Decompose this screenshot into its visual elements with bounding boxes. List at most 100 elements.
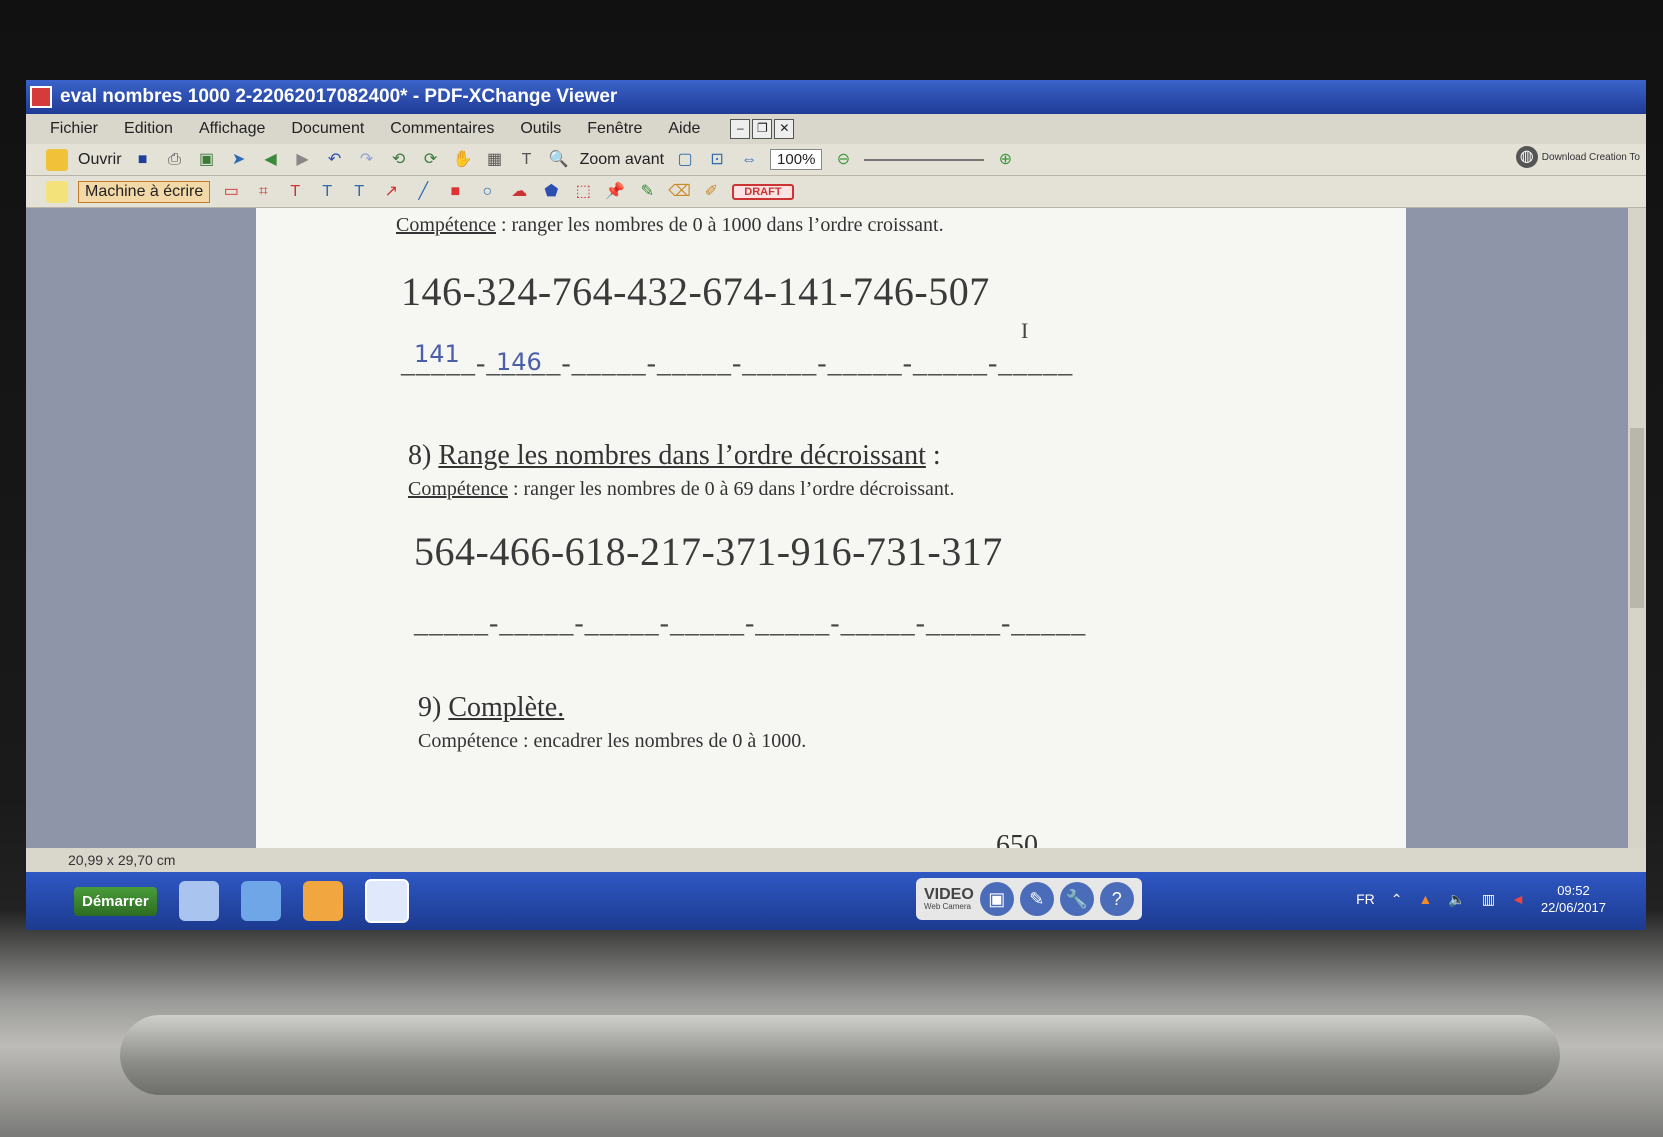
clock[interactable]: 09:52 22/06/2017: [1541, 882, 1606, 916]
page-size-label: 20,99 x 29,70 cm: [68, 852, 176, 868]
taskbar: Démarrer VIDEO Web Camera ▣ ✎ 🔧 ? FR ⌃ ▲…: [26, 872, 1646, 930]
folder-open-icon: [46, 148, 68, 171]
clock-time: 09:52: [1557, 883, 1590, 898]
zoom-out-icon[interactable]: ⊖: [832, 149, 854, 171]
volume-icon[interactable]: 🔈: [1448, 891, 1465, 908]
vertical-scrollbar[interactable]: [1628, 208, 1646, 848]
main-toolbar: Ouvrir ■ ⎙ ▣ ➤ ◀ ▶ ↶ ↷ ⟲ ⟳ ✋ ▦ T 🔍 Zoom …: [26, 144, 1646, 176]
pdf-page: Compétence : ranger les nombres de 0 à 1…: [256, 208, 1406, 848]
restore-doc-button[interactable]: ❐: [752, 119, 773, 139]
clock-date: 22/06/2017: [1540, 900, 1606, 915]
zoom-plus-icon[interactable]: ⊕: [994, 149, 1016, 171]
menu-affichage[interactable]: Affichage: [199, 120, 265, 138]
window-title: eval nombres 1000 2-22062017082400* - PD…: [60, 86, 618, 107]
arrow-icon[interactable]: ↗: [380, 181, 402, 203]
camera-icon[interactable]: ▣: [979, 882, 1014, 916]
draft-stamp-button[interactable]: DRAFT: [732, 183, 794, 200]
area-icon[interactable]: ⬚: [572, 181, 594, 203]
forward-icon[interactable]: ▶: [292, 149, 314, 171]
close-doc-button[interactable]: ✕: [774, 119, 795, 139]
menu-outils[interactable]: Outils: [520, 120, 561, 138]
speaker-muted-icon[interactable]: ◄: [1511, 891, 1525, 907]
text-select-icon[interactable]: T: [516, 149, 538, 171]
underline-icon[interactable]: T: [348, 181, 370, 203]
save-icon[interactable]: ■: [132, 149, 154, 171]
snapshot-icon[interactable]: ▦: [484, 149, 506, 171]
section8-sequence: 564-466-618-217-371-916-731-317: [414, 529, 1003, 574]
edit-icon[interactable]: ✎: [1019, 882, 1054, 916]
globe-icon: ◍: [1515, 146, 1538, 168]
sticky-note-icon[interactable]: [46, 180, 68, 203]
minimize-doc-button[interactable]: –: [730, 119, 751, 139]
scan-icon[interactable]: ▣: [196, 149, 218, 171]
help-icon[interactable]: ?: [1099, 882, 1134, 916]
section8-competence: Compétence : ranger les nombres de 0 à 6…: [408, 478, 955, 500]
typewriter-button[interactable]: Machine à écrire: [78, 180, 211, 203]
pdf-taskbar-icon[interactable]: [364, 879, 409, 923]
section7-answer-blanks[interactable]: _____-_____-_____-_____-_____-_____-____…: [401, 348, 1073, 380]
actual-size-icon[interactable]: ▢: [674, 149, 696, 171]
system-tray: FR ⌃ ▲ 🔈 ▥ ◄ 09:52 22/06/2017: [1356, 882, 1606, 916]
menu-commentaires[interactable]: Commentaires: [390, 120, 494, 138]
callout-icon[interactable]: ⌗: [252, 181, 274, 203]
tools-icon[interactable]: 🔧: [1059, 882, 1094, 916]
start-button[interactable]: Démarrer: [74, 886, 157, 916]
document-view[interactable]: Compétence : ranger les nombres de 0 à 1…: [26, 208, 1646, 848]
oval-icon[interactable]: ○: [476, 181, 498, 203]
text-cursor-icon: I: [1021, 318, 1029, 343]
menu-bar: Fichier Edition Affichage Document Comme…: [26, 114, 1646, 144]
explorer-icon[interactable]: [178, 881, 219, 921]
download-creation-button[interactable]: ◍ Download Creation To: [1515, 146, 1640, 168]
menu-document[interactable]: Document: [291, 120, 364, 138]
comment-toolbar: Machine à écrire ▭ ⌗ T T T ↗ ╱ ■ ○ ☁ ⬟ ⬚…: [26, 176, 1646, 208]
polygon-icon[interactable]: ⬟: [540, 181, 562, 203]
app-launcher-icon[interactable]: [240, 881, 281, 921]
menu-fenetre[interactable]: Fenêtre: [587, 120, 642, 138]
section8-answer-blanks[interactable]: _____-_____-_____-_____-_____-_____-____…: [414, 608, 1086, 640]
textbox-icon[interactable]: ▭: [220, 181, 242, 203]
back-icon[interactable]: ◀: [260, 149, 282, 171]
rotate-left-icon[interactable]: ⟲: [388, 149, 410, 171]
section7-competence: Compétence : ranger les nombres de 0 à 1…: [396, 214, 944, 236]
section9-competence: Compétence : encadrer les nombres de 0 à…: [418, 730, 807, 752]
fit-page-icon[interactable]: ⊡: [706, 149, 728, 171]
highlight-text-icon[interactable]: T: [284, 181, 306, 203]
media-player-icon[interactable]: [302, 881, 343, 921]
rectangle-icon[interactable]: ■: [444, 181, 466, 203]
menu-aide[interactable]: Aide: [668, 120, 700, 138]
strikeout-icon[interactable]: T: [316, 181, 338, 203]
menu-fichier[interactable]: Fichier: [50, 120, 98, 138]
hand-tool-icon[interactable]: ✋: [452, 149, 474, 171]
zoom-in-icon: 🔍: [548, 150, 569, 168]
security-icon[interactable]: ▲: [1419, 891, 1433, 907]
pdf-app-icon: [30, 86, 52, 108]
select-icon[interactable]: ➤: [228, 149, 250, 171]
pencil-icon[interactable]: ✎: [636, 181, 658, 203]
laptop-hinge: [120, 1015, 1560, 1095]
rotate-right-icon[interactable]: ⟳: [420, 149, 442, 171]
eraser-icon[interactable]: ⌫: [668, 181, 691, 203]
zoom-level-input[interactable]: 100%: [770, 149, 823, 170]
document-window-controls: – ❐ ✕: [730, 119, 795, 139]
print-icon[interactable]: ⎙: [164, 149, 186, 171]
status-bar: 20,99 x 29,70 cm: [26, 848, 1646, 872]
pin-icon[interactable]: 📌: [604, 181, 626, 203]
section7-sequence: 146-324-764-432-674-141-746-507: [401, 269, 990, 314]
line-icon[interactable]: ╱: [412, 181, 434, 203]
scrollbar-thumb[interactable]: [1630, 428, 1644, 608]
open-button[interactable]: Ouvrir: [78, 151, 122, 169]
section9-heading: 9) Complète.: [418, 692, 565, 723]
tray-expand-icon[interactable]: ⌃: [1391, 891, 1403, 908]
screen: eval nombres 1000 2-22062017082400* - PD…: [26, 80, 1646, 930]
zoom-slider[interactable]: [864, 158, 985, 161]
language-indicator[interactable]: FR: [1356, 891, 1375, 907]
menu-edition[interactable]: Edition: [124, 120, 173, 138]
network-icon[interactable]: ▥: [1482, 891, 1495, 908]
stamp-icon[interactable]: ✐: [700, 181, 722, 203]
cloud-icon[interactable]: ☁: [508, 181, 530, 203]
redo-icon[interactable]: ↷: [356, 149, 378, 171]
zoom-in-button[interactable]: Zoom avant: [580, 151, 664, 169]
video-label: VIDEO: [924, 886, 974, 903]
fit-width-icon[interactable]: ⇔: [738, 149, 760, 171]
undo-icon[interactable]: ↶: [324, 149, 346, 171]
